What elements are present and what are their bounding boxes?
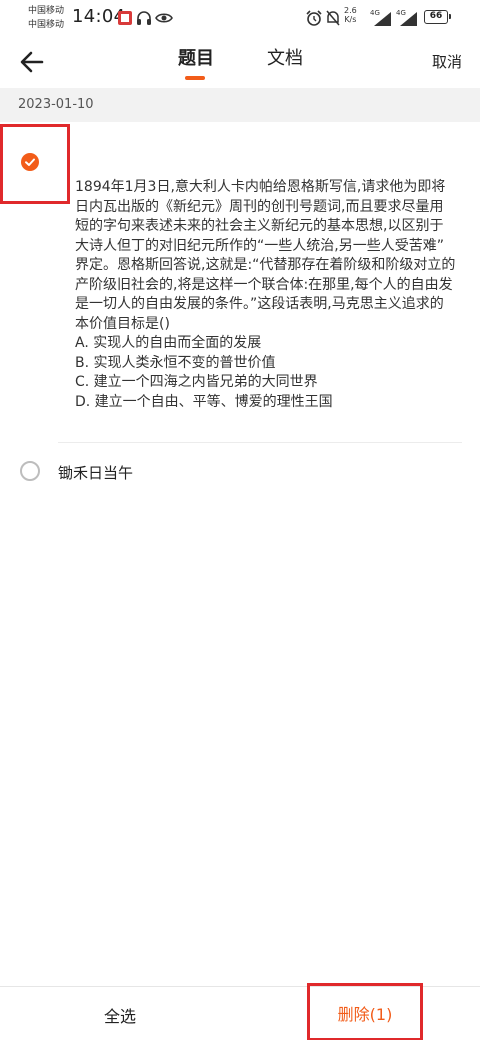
item-title: 锄禾日当午 (58, 464, 134, 482)
question-text: 1894年1月3日,意大利人卡内帕给恩格斯写信,请求他为即将 日内瓦出版的《新纪… (75, 178, 480, 422)
arrow-left-icon (20, 51, 44, 73)
cancel-button[interactable]: 取消 (432, 51, 462, 72)
delete-label: 删除(1) (337, 1005, 393, 1024)
delete-button[interactable]: 删除(1) (307, 983, 423, 1040)
top-navigation: 题目 文档 取消 (0, 36, 480, 88)
mute-icon (326, 10, 340, 26)
question-line: 1894年1月3日,意大利人卡内帕给恩格斯写信,请求他为即将 (75, 179, 446, 195)
list-item[interactable]: 锄禾日当午 (0, 442, 480, 500)
eye-icon (155, 13, 173, 23)
status-bar: 中国移动 中国移动 14:04 2.6 K/s 4G 4G 66 (0, 0, 480, 36)
question-line: 产阶级旧社会的,将是这样一个联合体:在那里,每个人的自由发 (75, 276, 453, 293)
app-notification-icon (118, 11, 132, 25)
signal-2-icon (400, 12, 417, 26)
tab-documents[interactable]: 文档 (265, 44, 305, 70)
question-line: 本价值目标是() (75, 315, 170, 332)
date-group-header: 2023-01-10 (0, 88, 480, 122)
option-d: D. 建立一个自由、平等、博爱的理性王国 (75, 393, 333, 410)
network-speed-value: 2.6 (344, 6, 357, 15)
carrier-2: 中国移动 (28, 20, 65, 30)
question-line: 短的字句来表述未来的社会主义新纪元的基本思想,以区别于 (75, 218, 444, 234)
network-speed-unit: K/s (344, 15, 357, 24)
option-b: B. 实现人类永恒不变的普世价值 (75, 354, 276, 371)
question-line: 界定。恩格斯回答说,这就是:“代替那存在着阶级和阶级对立的 (75, 257, 456, 273)
headphones-icon (137, 11, 151, 25)
select-all-button[interactable]: 全选 (104, 1003, 136, 1027)
list-item[interactable]: 1894年1月3日,意大利人卡内帕给恩格斯写信,请求他为即将 日内瓦出版的《新纪… (0, 122, 480, 443)
option-c: C. 建立一个四海之内皆兄弟的大同世界 (75, 374, 318, 390)
back-button[interactable] (14, 44, 50, 80)
active-tab-indicator (185, 76, 205, 80)
tab-questions[interactable]: 题目 (176, 44, 216, 70)
bottom-action-bar: 全选 删除(1) (0, 983, 480, 1040)
question-line: 大诗人但丁的对旧纪元所作的“一些人统治,另一些人受苦难” (75, 237, 444, 254)
signal-1-icon (374, 12, 391, 26)
option-a: A. 实现人的自由而全面的发展 (75, 335, 262, 351)
carrier-1: 中国移动 (28, 6, 65, 16)
carrier-info: 中国移动 中国移动 (28, 4, 64, 32)
group-date: 2023-01-10 (18, 97, 94, 112)
network-speed: 2.6 K/s (344, 6, 357, 24)
question-line: 是一切人的自由发展的条件。”这段话表明,马克思主义追求的 (75, 296, 444, 312)
question-line: 日内瓦出版的《新纪元》周刊的创刊号题词,而且要求尽量用 (75, 198, 444, 215)
alarm-icon (306, 10, 322, 26)
battery-indicator: 66 (424, 10, 451, 24)
